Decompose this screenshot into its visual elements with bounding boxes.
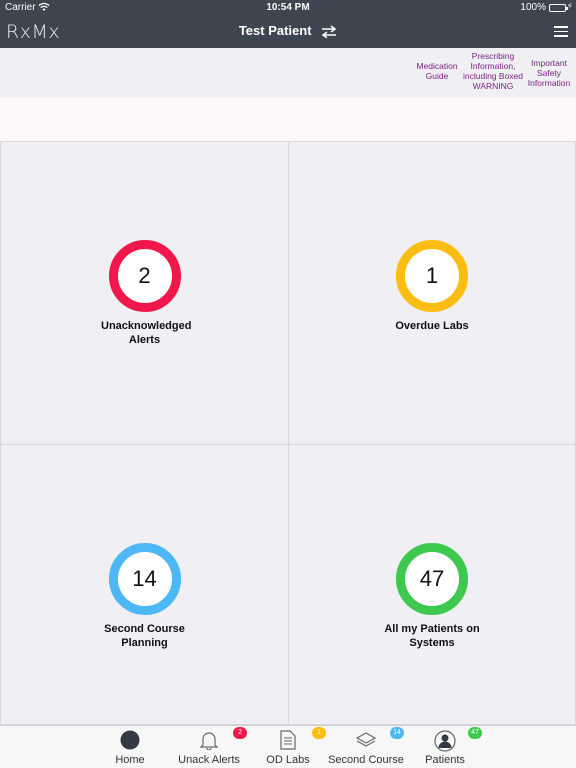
overdue-labs-count-ring: 1	[396, 240, 468, 312]
resource-links: Medication Guide Prescribing Information…	[0, 48, 576, 98]
tab-unack-alerts[interactable]: 2 Unack Alerts	[174, 726, 247, 768]
battery-icon	[549, 4, 568, 12]
tile-overdue-labs[interactable]: 1 Overdue Labs	[288, 141, 576, 445]
patients-badge: 47	[468, 727, 482, 739]
notification-banner	[0, 98, 576, 141]
second-course-badge: 14	[390, 727, 404, 739]
tile-label: All my Patients on Systems	[384, 623, 480, 649]
medication-guide-link[interactable]: Medication Guide	[410, 61, 464, 81]
clock: 10:54 PM	[266, 2, 310, 13]
tab-second-course[interactable]: 14 Second Course	[326, 726, 406, 768]
bell-icon	[199, 730, 219, 755]
dashboard-grid: 2 Unacknowledged Alerts 1 Overdue Labs 1…	[0, 141, 576, 725]
status-bar: Carrier 10:54 PM 100% ⚡	[0, 0, 576, 16]
tab-label: Home	[115, 754, 145, 766]
second-course-count-ring: 14	[108, 543, 181, 615]
patients-count-ring: 47	[396, 543, 468, 615]
tile-all-my-patients[interactable]: 47 All my Patients on Systems	[288, 444, 576, 725]
patient-name: Test Patient	[238, 23, 312, 38]
nav-bar: RxMx Test Patient	[0, 16, 576, 48]
tile-unacknowledged-alerts[interactable]: 2 Unacknowledged Alerts	[0, 141, 289, 445]
tab-label: Second Course	[328, 754, 404, 766]
hamburger-menu-icon[interactable]	[554, 26, 568, 37]
tab-label: Unack Alerts	[178, 754, 240, 766]
battery-percent: 100%	[520, 2, 546, 13]
patient-switcher[interactable]: Test Patient	[0, 23, 576, 41]
document-icon	[280, 730, 296, 755]
tab-patients[interactable]: 47 Patients	[415, 726, 482, 768]
swap-arrows-icon[interactable]	[321, 25, 337, 41]
tab-home[interactable]: Home	[100, 726, 160, 768]
prescribing-information-link[interactable]: Prescribing Information, including Boxed…	[458, 51, 528, 91]
tile-label: Unacknowledged Alerts	[101, 320, 192, 346]
tab-label: Patients	[425, 754, 465, 766]
tile-label: Second Course Planning	[104, 623, 185, 649]
tile-label: Overdue Labs	[395, 320, 469, 332]
home-circle-icon	[120, 730, 140, 755]
tile-second-course-planning[interactable]: 14 Second Course Planning	[0, 444, 289, 725]
tab-label: OD Labs	[266, 754, 310, 766]
layers-icon	[355, 730, 377, 755]
charging-icon: ⚡	[566, 1, 573, 11]
tab-od-labs[interactable]: 1 OD Labs	[258, 726, 326, 768]
od-labs-badge: 1	[312, 727, 326, 739]
person-icon	[434, 730, 456, 757]
tab-bar: Home 2 Unack Alerts 1 OD Labs 14 Second …	[0, 725, 576, 768]
alerts-badge: 2	[233, 727, 247, 739]
important-safety-information-link[interactable]: Important Safety Information	[524, 58, 574, 88]
alerts-count-ring: 2	[108, 240, 181, 312]
